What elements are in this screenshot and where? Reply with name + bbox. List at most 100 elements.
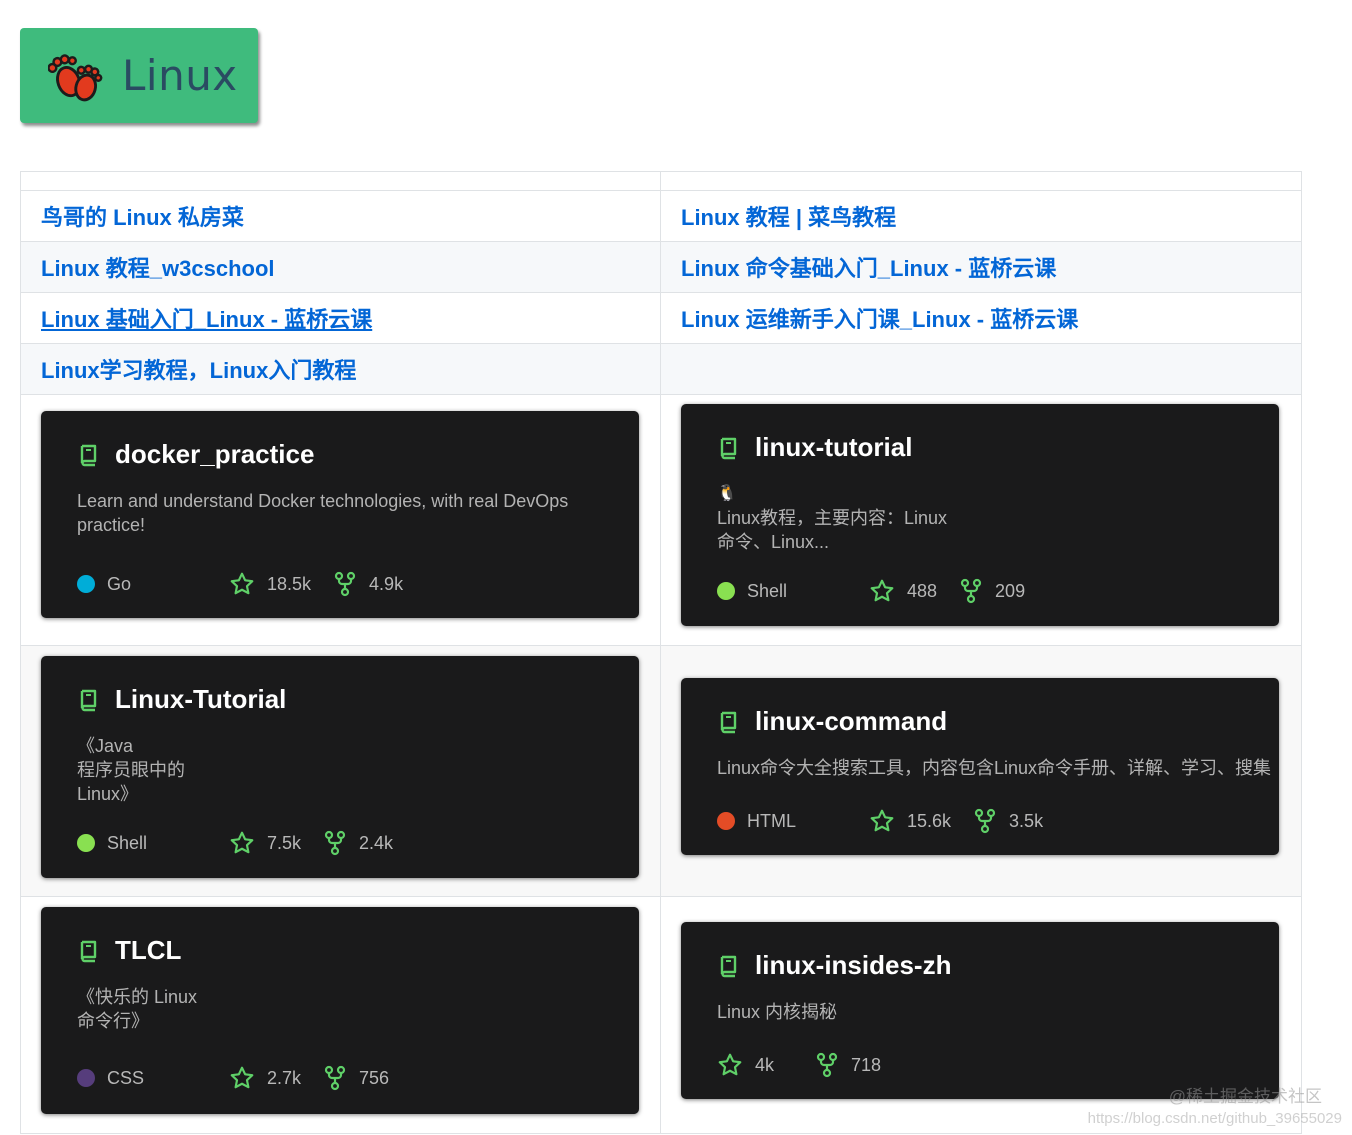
table-row: 鸟哥的 Linux 私房菜 Linux 教程 | 菜鸟教程 [20, 190, 1302, 242]
fork-count: 3.5k [1009, 810, 1044, 831]
star-icon [718, 1053, 742, 1076]
language-label: HTML [747, 810, 796, 831]
fork-icon [324, 830, 346, 856]
table-cell: Linux 基础入门_Linux - 蓝桥云课 [20, 292, 661, 344]
repo-card-linux-insides-zh[interactable]: linux-insides-zh Linux 内核揭秘 4k 718 [681, 922, 1279, 1099]
table-cell: Linux 教程_w3cschool [20, 241, 661, 293]
repo-card-docker-practice[interactable]: docker_practice Learn and understand Doc… [41, 411, 639, 618]
star-count: 15.6k [907, 810, 952, 831]
repo-icon [80, 689, 97, 711]
fork-count: 2.4k [359, 832, 394, 853]
language-dot [717, 582, 735, 600]
repo-description: Linux 内核揭秘 [717, 1002, 838, 1022]
repo-name[interactable]: docker_practice [115, 439, 314, 470]
repo-language: Go [77, 574, 229, 595]
repo-forks: 209 [959, 578, 1025, 604]
repo-description: Learn and understand Docker technologies… [77, 491, 569, 535]
repo-stars: 488 [869, 578, 937, 604]
table-header-row [20, 171, 1302, 191]
table-cell: linux-command Linux命令大全搜索工具，内容包含Linux命令手… [660, 645, 1302, 897]
repo-name[interactable]: linux-tutorial [755, 432, 912, 463]
repo-icon [80, 940, 97, 962]
watermark-url: https://blog.csdn.net/github_39655029 [1087, 1110, 1342, 1127]
repo-icon [720, 437, 737, 459]
footprints-icon [48, 53, 103, 101]
star-count: 488 [907, 580, 938, 601]
repo-stars: 18.5k [229, 571, 311, 597]
table-cell: Linux学习教程，Linux入门教程 [20, 343, 661, 395]
language-label: Shell [107, 832, 148, 853]
star-count: 4k [755, 1054, 775, 1075]
fork-count: 718 [851, 1054, 882, 1075]
table-cell: 鸟哥的 Linux 私房菜 [20, 190, 661, 242]
language-dot [77, 1069, 95, 1087]
language-label: Shell [747, 580, 788, 601]
table-row: Linux-Tutorial 《Java 程序员眼中的 Linux》 Shell… [20, 645, 1302, 897]
table-row: Linux 基础入门_Linux - 蓝桥云课 Linux 运维新手入门课_Li… [20, 292, 1302, 344]
star-count: 2.7k [267, 1067, 302, 1088]
link-lanqiao-command[interactable]: Linux 命令基础入门_Linux - 蓝桥云课 [681, 256, 1056, 281]
repo-name[interactable]: TLCL [115, 935, 181, 966]
repo-icon [720, 955, 737, 977]
repo-emoji: 🐧 [717, 485, 737, 502]
table-cell: linux-tutorial 🐧 Linux教程，主要内容：Linux 命令、L… [660, 394, 1302, 646]
watermark-juejin: @稀土掘金技术社区 [1168, 1087, 1322, 1106]
repo-name[interactable]: linux-command [755, 706, 947, 737]
table-cell: Linux 命令基础入门_Linux - 蓝桥云课 [660, 241, 1302, 293]
link-lanqiao-basics[interactable]: Linux 基础入门_Linux - 蓝桥云课 [41, 307, 372, 332]
link-table: 鸟哥的 Linux 私房菜 Linux 教程 | 菜鸟教程 Linux 教程_w… [20, 171, 1302, 1134]
language-label: Go [107, 573, 132, 594]
star-count: 7.5k [267, 832, 302, 853]
repo-card-linux-command[interactable]: linux-command Linux命令大全搜索工具，内容包含Linux命令手… [681, 678, 1279, 855]
repo-stars: 4k [717, 1052, 793, 1078]
table-cell: Linux 运维新手入门课_Linux - 蓝桥云课 [660, 292, 1302, 344]
linux-badge: Linux [20, 28, 258, 123]
repo-name[interactable]: Linux-Tutorial [115, 684, 286, 715]
repo-name[interactable]: linux-insides-zh [755, 950, 951, 981]
repo-forks: 756 [323, 1065, 389, 1091]
fork-icon [816, 1052, 838, 1078]
repo-description: Linux命令大全搜索工具，内容包含Linux命令手册、详解、学习、搜集 [717, 758, 1272, 778]
fork-icon [334, 571, 356, 597]
repo-icon [80, 444, 97, 466]
repo-card-linux-tutorial-java[interactable]: Linux-Tutorial 《Java 程序员眼中的 Linux》 Shell… [41, 656, 639, 878]
table-header-cell [20, 171, 661, 191]
repo-forks: 2.4k [323, 830, 393, 856]
repo-description: Linux教程，主要内容：Linux 命令、Linux... [717, 508, 948, 552]
language-dot [77, 834, 95, 852]
repo-stars: 15.6k [869, 808, 951, 834]
table-cell: TLCL 《快乐的 Linux 命令行》 CSS 2.7k 756 [20, 896, 661, 1134]
repo-forks: 718 [815, 1052, 881, 1078]
repo-language: CSS [77, 1068, 229, 1089]
star-icon [230, 572, 254, 595]
link-runoob-linux[interactable]: Linux 教程 | 菜鸟教程 [681, 205, 896, 230]
star-icon [870, 579, 894, 602]
language-label: CSS [107, 1067, 145, 1088]
fork-count: 4.9k [369, 573, 404, 594]
repo-card-tlcl[interactable]: TLCL 《快乐的 Linux 命令行》 CSS 2.7k 756 [41, 907, 639, 1114]
star-icon [230, 1066, 254, 1089]
language-dot [717, 812, 735, 830]
link-linux-study[interactable]: Linux学习教程，Linux入门教程 [41, 358, 356, 383]
link-lanqiao-ops[interactable]: Linux 运维新手入门课_Linux - 蓝桥云课 [681, 307, 1078, 332]
repo-language: Shell [717, 581, 869, 602]
link-vbird-linux[interactable]: 鸟哥的 Linux 私房菜 [41, 205, 244, 230]
table-cell: docker_practice Learn and understand Doc… [20, 394, 661, 646]
repo-stars: 7.5k [229, 830, 301, 856]
repo-stars: 2.7k [229, 1065, 301, 1091]
table-cell: Linux-Tutorial 《Java 程序员眼中的 Linux》 Shell… [20, 645, 661, 897]
star-icon [870, 809, 894, 832]
repo-language: HTML [717, 811, 869, 832]
table-cell [660, 343, 1302, 395]
repo-card-linux-tutorial[interactable]: linux-tutorial 🐧 Linux教程，主要内容：Linux 命令、L… [681, 404, 1279, 626]
table-cell: Linux 教程 | 菜鸟教程 [660, 190, 1302, 242]
table-header-cell [660, 171, 1302, 191]
repo-icon [720, 711, 737, 733]
repo-forks: 3.5k [973, 808, 1043, 834]
table-row: docker_practice Learn and understand Doc… [20, 394, 1302, 646]
repo-description: 《Java 程序员眼中的 Linux》 [77, 736, 185, 804]
star-icon [230, 831, 254, 854]
repo-description: 《快乐的 Linux 命令行》 [77, 987, 198, 1031]
link-w3cschool-linux[interactable]: Linux 教程_w3cschool [41, 256, 275, 281]
fork-icon [974, 808, 996, 834]
